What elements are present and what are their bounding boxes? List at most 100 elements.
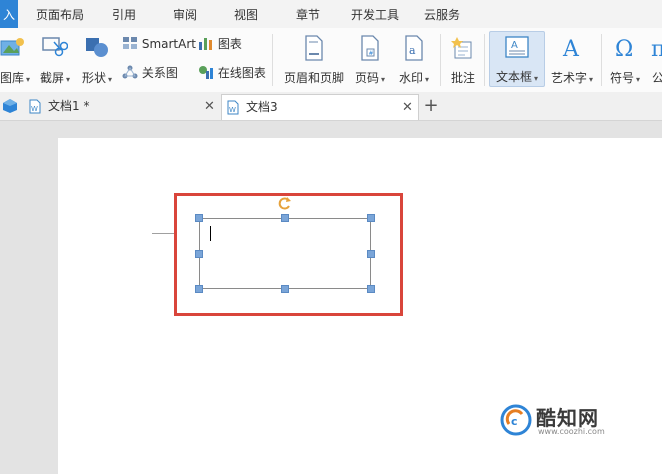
tab-view[interactable]: 视图 bbox=[226, 0, 266, 28]
svg-text:A: A bbox=[562, 37, 580, 59]
resize-handle-sw[interactable] bbox=[195, 285, 203, 293]
gallery-label: 图库 bbox=[0, 71, 25, 85]
resize-handle-nw[interactable] bbox=[195, 214, 203, 222]
resize-handle-e[interactable] bbox=[367, 250, 375, 258]
watermark-button[interactable]: a 水印 ▾ bbox=[394, 32, 434, 88]
shapes-label: 形状 bbox=[81, 71, 106, 85]
ribbon-separator bbox=[272, 34, 273, 86]
svg-text:#: # bbox=[369, 50, 374, 57]
tab-section[interactable]: 章节 bbox=[288, 0, 328, 28]
textbox-label: 文本框 bbox=[495, 70, 532, 84]
textbox-icon: A bbox=[505, 36, 529, 58]
gallery-icon bbox=[0, 38, 24, 56]
resize-handle-s[interactable] bbox=[281, 285, 289, 293]
doc-tab-title: 文档3 bbox=[246, 100, 278, 114]
page-number-icon: # bbox=[361, 35, 379, 61]
close-icon[interactable]: ✕ bbox=[204, 94, 215, 119]
text-box[interactable] bbox=[199, 218, 371, 289]
tab-references[interactable]: 引用 bbox=[104, 0, 144, 28]
svg-text:π: π bbox=[651, 37, 662, 59]
text-cursor bbox=[210, 226, 211, 241]
document-tab-bar: W 文档1 * ✕ W 文档3 ✕ + bbox=[0, 92, 662, 121]
header-footer-button[interactable]: 页眉和页脚 bbox=[282, 32, 346, 88]
dropdown-arrow-icon: ▾ bbox=[66, 75, 71, 84]
dropdown-arrow-icon: ▾ bbox=[425, 75, 430, 84]
svg-text:a: a bbox=[409, 44, 416, 57]
smartart-label: SmartArt bbox=[141, 37, 196, 51]
page-number-label: 页码 bbox=[354, 71, 379, 85]
dropdown-arrow-icon: ▾ bbox=[589, 75, 594, 84]
svg-text:W: W bbox=[31, 105, 38, 113]
wps-logo-icon bbox=[3, 99, 17, 113]
new-tab-plus-icon[interactable]: + bbox=[421, 94, 441, 118]
watermark-icon: a bbox=[405, 35, 423, 61]
page-number-button[interactable]: # 页码 ▾ bbox=[350, 32, 390, 88]
coozhi-logo-icon: c bbox=[500, 404, 532, 436]
document-icon: W bbox=[227, 100, 239, 115]
comment-label: 批注 bbox=[450, 71, 475, 85]
formula-label: 公 bbox=[652, 71, 662, 85]
document-icon: W bbox=[29, 99, 41, 114]
gallery-button[interactable]: 图库 ▾ bbox=[0, 32, 30, 88]
screenshot-button[interactable]: 截屏 ▾ bbox=[36, 32, 74, 88]
relation-diagram-button[interactable]: 关系图 bbox=[122, 64, 178, 82]
smartart-button[interactable]: SmartArt bbox=[122, 35, 196, 53]
ribbon-separator bbox=[440, 34, 441, 86]
tab-developer[interactable]: 开发工具 bbox=[344, 0, 406, 28]
svg-text:W: W bbox=[229, 106, 236, 114]
watermark-url: www.coozhi.com bbox=[538, 427, 605, 436]
dropdown-arrow-icon: ▾ bbox=[381, 75, 386, 84]
resize-handle-n[interactable] bbox=[281, 214, 289, 222]
chart-button[interactable]: 图表 bbox=[198, 35, 242, 53]
symbol-button[interactable]: Ω 符号 ▾ bbox=[606, 32, 644, 88]
symbol-label: 符号 bbox=[609, 71, 634, 85]
formula-button[interactable]: π 公 bbox=[648, 32, 662, 88]
resize-handle-se[interactable] bbox=[367, 285, 375, 293]
resize-handle-ne[interactable] bbox=[367, 214, 375, 222]
doc-tab-1[interactable]: W 文档1 * ✕ bbox=[24, 94, 220, 119]
dropdown-arrow-icon: ▾ bbox=[26, 75, 31, 84]
tab-review[interactable]: 审阅 bbox=[165, 0, 205, 28]
online-chart-label: 在线图表 bbox=[217, 66, 266, 80]
bar-chart-icon bbox=[199, 38, 212, 50]
svg-text:A: A bbox=[511, 40, 518, 51]
wordart-button[interactable]: A 艺术字 ▾ bbox=[547, 32, 597, 88]
online-chart-icon bbox=[199, 66, 213, 79]
tab-cloud[interactable]: 云服务 bbox=[416, 0, 468, 28]
comment-button[interactable]: 批注 bbox=[446, 32, 480, 88]
doc-tab-2[interactable]: W 文档3 ✕ bbox=[221, 94, 419, 120]
pi-icon: π bbox=[651, 37, 662, 59]
watermark-label: 水印 bbox=[398, 71, 423, 85]
tab-page-layout[interactable]: 页面布局 bbox=[26, 0, 94, 28]
shapes-icon bbox=[86, 38, 108, 57]
margin-marker bbox=[152, 233, 176, 234]
ribbon-separator bbox=[601, 34, 602, 86]
site-watermark: c 酷知网 www.coozhi.com bbox=[500, 402, 640, 442]
tab-insert[interactable]: 入 bbox=[0, 0, 18, 28]
dropdown-arrow-icon: ▾ bbox=[534, 74, 539, 83]
close-icon[interactable]: ✕ bbox=[402, 95, 413, 120]
online-chart-button[interactable]: 在线图表 bbox=[198, 64, 266, 82]
header-footer-icon bbox=[305, 35, 323, 61]
ribbon-toolbar: 图库 ▾ 截屏 ▾ 形状 ▾ SmartArt 图表 关系图 在线图表 页眉和页… bbox=[0, 28, 662, 93]
dropdown-arrow-icon: ▾ bbox=[636, 75, 641, 84]
wordart-icon: A bbox=[562, 37, 580, 59]
doc-tab-title: 文档1 * bbox=[48, 99, 90, 113]
resize-handle-w[interactable] bbox=[195, 250, 203, 258]
rotate-handle-icon[interactable] bbox=[277, 195, 293, 211]
screenshot-label: 截屏 bbox=[39, 71, 64, 85]
ribbon-separator bbox=[484, 34, 485, 86]
textbox-button[interactable]: A 文本框 ▾ bbox=[489, 31, 545, 87]
wordart-label: 艺术字 bbox=[550, 71, 587, 85]
comment-icon bbox=[451, 37, 472, 59]
scissors-icon bbox=[42, 37, 68, 57]
header-footer-label: 页眉和页脚 bbox=[283, 71, 344, 85]
relation-diagram-icon bbox=[122, 65, 138, 79]
shapes-button[interactable]: 形状 ▾ bbox=[78, 32, 116, 88]
dropdown-arrow-icon: ▾ bbox=[108, 75, 113, 84]
menu-bar: 入 页面布局 引用 审阅 视图 章节 开发工具 云服务 bbox=[0, 0, 662, 29]
svg-text:Ω: Ω bbox=[615, 37, 633, 59]
omega-icon: Ω bbox=[615, 37, 633, 59]
chart-label: 图表 bbox=[217, 37, 242, 51]
svg-text:c: c bbox=[511, 415, 518, 428]
